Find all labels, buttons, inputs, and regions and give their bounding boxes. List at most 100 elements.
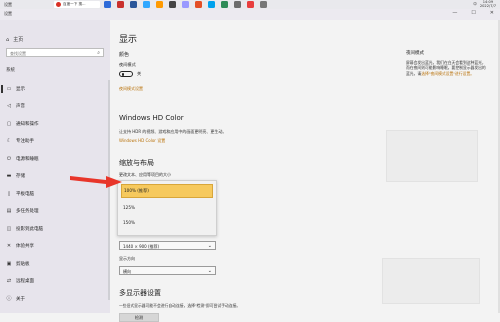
about-icon: ⓘ bbox=[6, 296, 12, 303]
sidebar-item-label: 投影到此电脑 bbox=[16, 226, 43, 232]
detect-button[interactable]: 检测 bbox=[119, 313, 159, 322]
display-icon: ▭ bbox=[6, 85, 12, 92]
search-input[interactable]: 查找设置 ⌕ bbox=[6, 48, 104, 57]
orientation-label: 显示方向 bbox=[119, 256, 135, 261]
window-controls: — ☐ ✕ bbox=[452, 10, 494, 16]
scale-layout-heading: 缩放与布局 bbox=[119, 159, 154, 167]
sidebar-item-focus-assist[interactable]: ☾ 专注助手 bbox=[0, 133, 108, 151]
power-icon: ⏻ bbox=[7, 155, 11, 162]
remote-desktop-icon: ⇄ bbox=[6, 278, 12, 285]
sidebar-item-notifications[interactable]: ▢ 通知和操作 bbox=[0, 115, 108, 133]
taskbar-label: 设置 bbox=[4, 1, 12, 7]
window-titlebar: 设置 — ☐ ✕ bbox=[0, 9, 500, 20]
hd-color-heading: Windows HD Color bbox=[119, 114, 184, 122]
wps-icon[interactable] bbox=[247, 1, 254, 8]
projecting-icon: ◫ bbox=[6, 225, 12, 232]
night-light-toggle[interactable] bbox=[119, 71, 133, 77]
illustrator-icon[interactable] bbox=[156, 1, 163, 8]
sidebar-item-about[interactable]: ⓘ 关于 bbox=[0, 290, 108, 308]
app-icon[interactable] bbox=[195, 1, 202, 8]
sidebar-item-shared-experiences[interactable]: ✕ 体验共享 bbox=[0, 238, 108, 256]
scale-label: 更改文本、应用等项目的大小 bbox=[119, 172, 171, 177]
sidebar-item-label: 存储 bbox=[16, 174, 25, 180]
sidebar-item-power[interactable]: ⏻ 电源和睡眠 bbox=[0, 150, 108, 168]
storage-icon: ▬ bbox=[6, 173, 12, 180]
sidebar-item-sound[interactable]: ◁ 声音 bbox=[0, 98, 108, 116]
multitasking-icon: ▤ bbox=[6, 208, 12, 215]
clock[interactable]: 14:09 2022/7/7 bbox=[480, 0, 496, 9]
sidebar-nav: ▭ 显示 ◁ 声音 ▢ 通知和操作 ☾ 专注助手 ⏻ 电源和睡眠 ▬ 存储 ▯ … bbox=[0, 80, 108, 308]
hd-color-settings-link[interactable]: Windows HD Color 设置 bbox=[119, 138, 165, 144]
sidebar-item-label: 通知和操作 bbox=[16, 121, 39, 127]
color-heading: 颜色 bbox=[119, 52, 130, 58]
sidebar-item-projecting[interactable]: ◫ 投影到此电脑 bbox=[0, 220, 108, 238]
page-title: 显示 bbox=[119, 35, 138, 45]
sidebar-item-label: 显示 bbox=[16, 86, 25, 92]
premiere-icon[interactable] bbox=[182, 1, 189, 8]
sidebar-item-clipboard[interactable]: ▣ 剪贴板 bbox=[0, 255, 108, 273]
taskbar-app-icons bbox=[104, 1, 267, 8]
scale-option-100[interactable]: 100% (推荐) bbox=[121, 184, 213, 198]
minimize-button[interactable]: — bbox=[452, 10, 457, 16]
system-tray: 中 14:09 2022/7/7 bbox=[473, 0, 496, 9]
sidebar-item-label: 声音 bbox=[16, 104, 25, 110]
help-thumbnail bbox=[382, 258, 480, 304]
sidebar-item-label: 关于 bbox=[16, 296, 25, 302]
settings-taskbar-icon[interactable] bbox=[260, 1, 267, 8]
section-label: 系统 bbox=[6, 68, 15, 73]
search-placeholder: 查找设置 bbox=[10, 50, 26, 56]
sidebar: ⌂ 主页 查找设置 ⌕ 系统 ▭ 显示 ◁ 声音 ▢ 通知和操作 ☾ 专注助手 … bbox=[0, 20, 110, 313]
scale-dropdown: 100% (推荐) 125% 150% bbox=[117, 180, 217, 236]
maximize-button[interactable]: ☐ bbox=[471, 10, 475, 16]
home-link[interactable]: ⌂ 主页 bbox=[6, 36, 24, 44]
focus-assist-icon: ☾ bbox=[6, 138, 12, 145]
scale-option-125[interactable]: 125% bbox=[118, 201, 216, 213]
chrome-taskbar-button[interactable]: 百度一下 搜... bbox=[54, 1, 100, 8]
app-icon[interactable] bbox=[104, 1, 111, 8]
tablet-icon: ▯ bbox=[7, 190, 11, 197]
sidebar-item-multitasking[interactable]: ▤ 多任务处理 bbox=[0, 203, 108, 221]
home-label: 主页 bbox=[13, 37, 24, 43]
word-icon[interactable] bbox=[130, 1, 137, 8]
night-light-settings-link[interactable]: 夜间模式设置 bbox=[119, 86, 143, 92]
ime-indicator[interactable]: 中 bbox=[473, 2, 477, 7]
orientation-value: 横向 bbox=[123, 268, 131, 274]
orientation-select[interactable]: 横向 ⌄ bbox=[119, 266, 216, 275]
help-link[interactable]: 选择"夜间模式设置"进行设置。 bbox=[421, 71, 474, 76]
chevron-down-icon: ⌄ bbox=[207, 267, 212, 274]
sidebar-item-label: 剪贴板 bbox=[16, 261, 30, 267]
chevron-down-icon: ⌄ bbox=[207, 242, 212, 249]
search-icon: ⌕ bbox=[97, 50, 100, 56]
sidebar-item-label: 专注助手 bbox=[16, 139, 34, 145]
sidebar-item-label: 体验共享 bbox=[16, 244, 34, 250]
app-icon[interactable] bbox=[221, 1, 228, 8]
app-icon[interactable] bbox=[169, 1, 176, 8]
multi-display-description: 一些旧式显示器可能不会进行自动连接，选择"检测"即可尝试手动连接。 bbox=[119, 303, 241, 308]
main-content: 显示 颜色 夜间模式 关 夜间模式设置 Windows HD Color 让支持… bbox=[110, 20, 500, 322]
clipboard-icon: ▣ bbox=[6, 260, 12, 267]
chrome-tab-label: 百度一下 搜... bbox=[63, 2, 86, 6]
help-title: 夜间模式 bbox=[406, 51, 424, 56]
sidebar-item-label: 电源和睡眠 bbox=[16, 156, 39, 162]
help-thumbnail bbox=[386, 130, 478, 182]
hd-color-description: 让支持 HDR 的视频、游戏和应用中的画面更明亮、更生动。 bbox=[119, 129, 227, 134]
home-icon: ⌂ bbox=[6, 36, 10, 43]
sidebar-item-remote-desktop[interactable]: ⇄ 远程桌面 bbox=[0, 273, 108, 291]
sidebar-item-display[interactable]: ▭ 显示 bbox=[0, 80, 108, 98]
app-icon[interactable] bbox=[117, 1, 124, 8]
help-text: 屏幕会发出蓝光，我们在白天会看到这种蓝光，而在夜间则可能影响睡眠。要控制显示器发… bbox=[406, 60, 488, 76]
sidebar-item-label: 平板电脑 bbox=[16, 191, 34, 197]
scale-option-150[interactable]: 150% bbox=[118, 216, 216, 228]
notifications-icon: ▢ bbox=[6, 120, 12, 127]
resolution-select[interactable]: 1440 × 900 (推荐) ⌄ bbox=[119, 241, 216, 250]
night-light-state: 关 bbox=[137, 71, 142, 76]
sound-icon: ◁ bbox=[7, 103, 11, 110]
app-icon[interactable] bbox=[208, 1, 215, 8]
sidebar-item-label: 多任务处理 bbox=[16, 209, 39, 215]
sidebar-item-label: 远程桌面 bbox=[16, 279, 34, 285]
resolution-value: 1440 × 900 (推荐) bbox=[123, 243, 160, 249]
night-light-label: 夜间模式 bbox=[119, 62, 136, 67]
app-icon[interactable] bbox=[234, 1, 241, 8]
close-button[interactable]: ✕ bbox=[490, 10, 494, 16]
photoshop-icon[interactable] bbox=[143, 1, 150, 8]
